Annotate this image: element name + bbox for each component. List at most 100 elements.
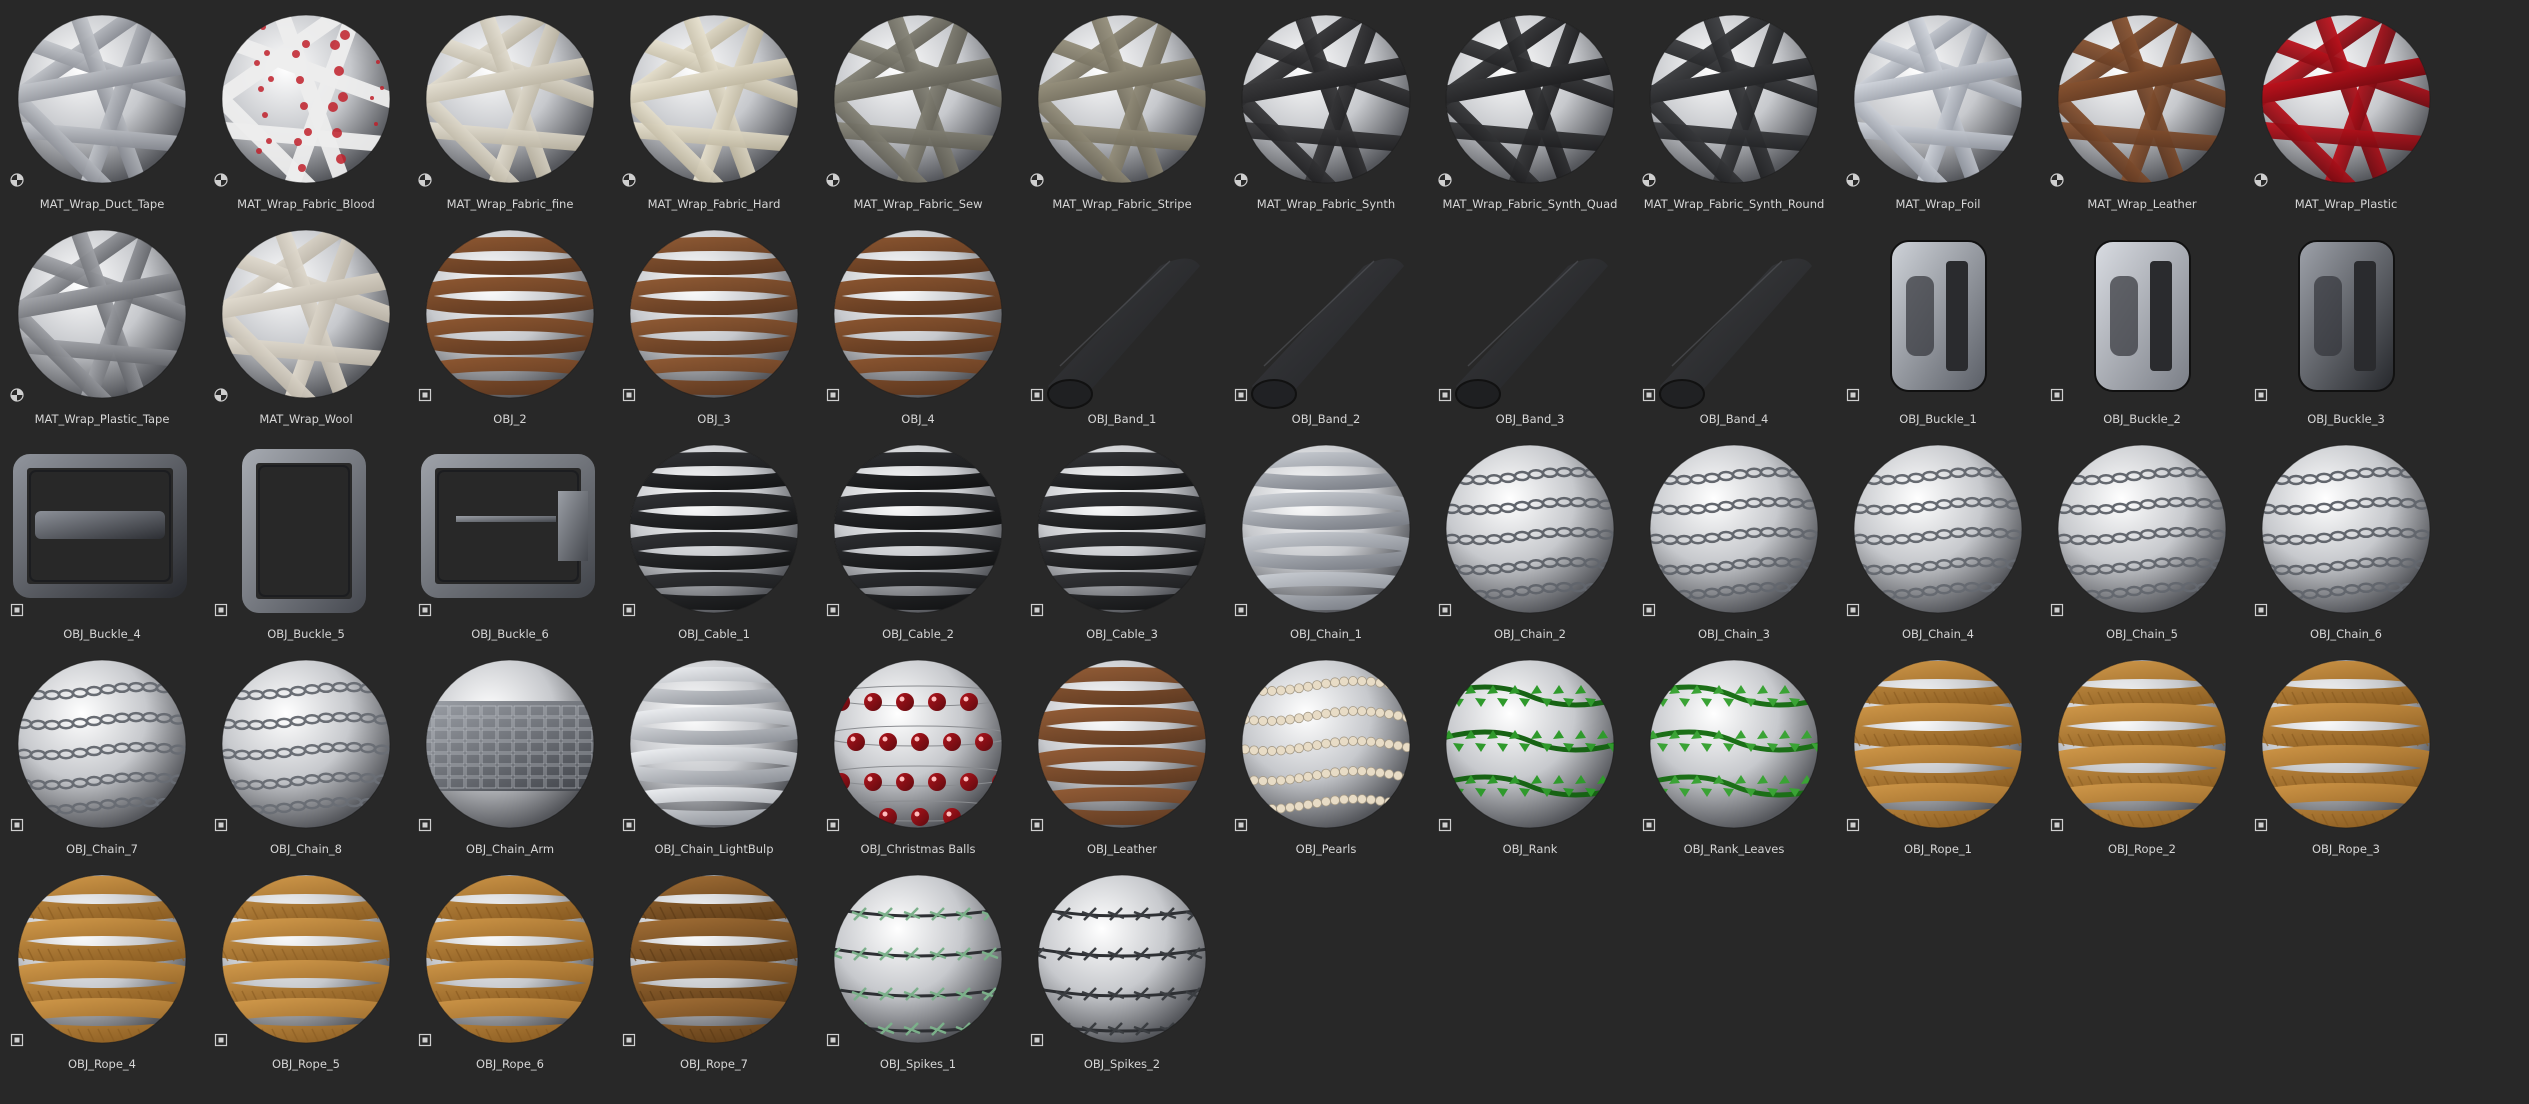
asset-thumbnail[interactable] [1224,431,1428,626]
asset-tile[interactable]: OBJ_Band_2 [1224,216,1428,431]
asset-thumbnail[interactable] [1428,1,1632,196]
asset-tile[interactable]: MAT_Wrap_Fabric_Hard [612,1,816,216]
asset-thumbnail[interactable] [1632,216,1836,411]
asset-thumbnail[interactable] [2244,431,2448,626]
asset-tile[interactable]: MAT_Wrap_Foil [1836,1,2040,216]
asset-tile[interactable]: OBJ_Chain_5 [2040,431,2244,646]
asset-tile[interactable]: OBJ_2 [408,216,612,431]
asset-thumbnail[interactable] [1632,431,1836,626]
asset-thumbnail[interactable] [1020,216,1224,411]
asset-tile[interactable]: OBJ_Rank_Leaves [1632,646,1836,861]
asset-thumbnail[interactable] [2040,431,2244,626]
asset-thumbnail[interactable] [204,1,408,196]
asset-tile[interactable]: OBJ_Rope_5 [204,861,408,1076]
asset-thumbnail[interactable] [1632,646,1836,841]
asset-tile[interactable]: MAT_Wrap_Duct_Tape [0,1,204,216]
asset-thumbnail[interactable] [2040,216,2244,411]
asset-tile[interactable]: MAT_Wrap_Fabric_Stripe [1020,1,1224,216]
asset-thumbnail[interactable] [0,646,204,841]
asset-tile[interactable]: OBJ_Buckle_2 [2040,216,2244,431]
asset-tile[interactable]: OBJ_Rope_6 [408,861,612,1076]
asset-thumbnail[interactable] [1632,1,1836,196]
asset-tile[interactable]: OBJ_Rope_4 [0,861,204,1076]
asset-thumbnail[interactable] [1428,431,1632,626]
asset-tile[interactable]: OBJ_Rope_7 [612,861,816,1076]
asset-tile[interactable]: OBJ_4 [816,216,1020,431]
asset-thumbnail[interactable] [1836,646,2040,841]
asset-thumbnail[interactable] [408,431,612,626]
asset-thumbnail[interactable] [816,431,1020,626]
asset-thumbnail[interactable] [0,216,204,411]
asset-tile[interactable]: OBJ_Cable_3 [1020,431,1224,646]
asset-thumbnail[interactable] [816,646,1020,841]
asset-tile[interactable]: OBJ_Leather [1020,646,1224,861]
asset-tile[interactable]: OBJ_Chain_8 [204,646,408,861]
asset-tile[interactable]: OBJ_Spikes_2 [1020,861,1224,1076]
asset-tile[interactable]: OBJ_Chain_3 [1632,431,1836,646]
asset-thumbnail[interactable] [2244,646,2448,841]
asset-tile[interactable]: OBJ_Cable_1 [612,431,816,646]
asset-thumbnail[interactable] [2244,1,2448,196]
asset-tile[interactable]: MAT_Wrap_Fabric_Synth_Quad [1428,1,1632,216]
asset-tile[interactable]: OBJ_Buckle_4 [0,431,204,646]
asset-tile[interactable]: MAT_Wrap_Fabric_Blood [204,1,408,216]
asset-tile[interactable]: MAT_Wrap_Fabric_fine [408,1,612,216]
asset-tile[interactable]: OBJ_Rope_1 [1836,646,2040,861]
asset-tile[interactable]: OBJ_Band_1 [1020,216,1224,431]
asset-tile[interactable]: OBJ_Buckle_5 [204,431,408,646]
asset-thumbnail[interactable] [2244,216,2448,411]
asset-thumbnail[interactable] [1836,1,2040,196]
asset-tile[interactable]: OBJ_Rope_2 [2040,646,2244,861]
asset-thumbnail[interactable] [1836,216,2040,411]
asset-thumbnail[interactable] [612,646,816,841]
asset-thumbnail[interactable] [204,216,408,411]
asset-tile[interactable]: OBJ_Pearls [1224,646,1428,861]
asset-thumbnail[interactable] [204,861,408,1056]
asset-thumbnail[interactable] [816,1,1020,196]
asset-thumbnail[interactable] [408,1,612,196]
asset-tile[interactable]: OBJ_Rank [1428,646,1632,861]
asset-tile[interactable]: OBJ_Chain_4 [1836,431,2040,646]
asset-thumbnail[interactable] [1224,646,1428,841]
asset-thumbnail[interactable] [1020,646,1224,841]
asset-tile[interactable]: OBJ_Rope_3 [2244,646,2448,861]
asset-thumbnail[interactable] [1020,861,1224,1056]
asset-tile[interactable]: OBJ_Chain_LightBulp [612,646,816,861]
asset-thumbnail[interactable] [408,646,612,841]
asset-thumbnail[interactable] [0,1,204,196]
asset-tile[interactable]: OBJ_Spikes_1 [816,861,1020,1076]
asset-thumbnail[interactable] [0,861,204,1056]
asset-thumbnail[interactable] [1428,646,1632,841]
asset-tile[interactable]: OBJ_Buckle_1 [1836,216,2040,431]
asset-thumbnail[interactable] [1224,1,1428,196]
asset-tile[interactable]: MAT_Wrap_Plastic_Tape [0,216,204,431]
asset-thumbnail[interactable] [612,431,816,626]
asset-tile[interactable]: OBJ_3 [612,216,816,431]
asset-thumbnail[interactable] [612,216,816,411]
asset-thumbnail[interactable] [408,861,612,1056]
asset-thumbnail[interactable] [816,216,1020,411]
asset-thumbnail[interactable] [2040,646,2244,841]
asset-thumbnail[interactable] [2040,1,2244,196]
asset-tile[interactable]: OBJ_Chain_7 [0,646,204,861]
asset-tile[interactable]: OBJ_Buckle_6 [408,431,612,646]
asset-thumbnail[interactable] [408,216,612,411]
asset-tile[interactable]: OBJ_Cable_2 [816,431,1020,646]
asset-tile[interactable]: OBJ_Chain_2 [1428,431,1632,646]
asset-thumbnail[interactable] [1020,431,1224,626]
asset-tile[interactable]: OBJ_Band_3 [1428,216,1632,431]
asset-tile[interactable]: MAT_Wrap_Fabric_Sew [816,1,1020,216]
asset-tile[interactable]: OBJ_Band_4 [1632,216,1836,431]
asset-thumbnail[interactable] [1836,431,2040,626]
asset-tile[interactable]: MAT_Wrap_Wool [204,216,408,431]
asset-tile[interactable]: MAT_Wrap_Plastic [2244,1,2448,216]
asset-tile[interactable]: OBJ_Chain_Arm [408,646,612,861]
asset-tile[interactable]: OBJ_Christmas Balls [816,646,1020,861]
asset-thumbnail[interactable] [1428,216,1632,411]
asset-thumbnail[interactable] [0,431,204,626]
asset-thumbnail[interactable] [816,861,1020,1056]
asset-tile[interactable]: MAT_Wrap_Fabric_Synth [1224,1,1428,216]
asset-thumbnail[interactable] [204,646,408,841]
asset-tile[interactable]: OBJ_Chain_1 [1224,431,1428,646]
asset-thumbnail[interactable] [612,1,816,196]
